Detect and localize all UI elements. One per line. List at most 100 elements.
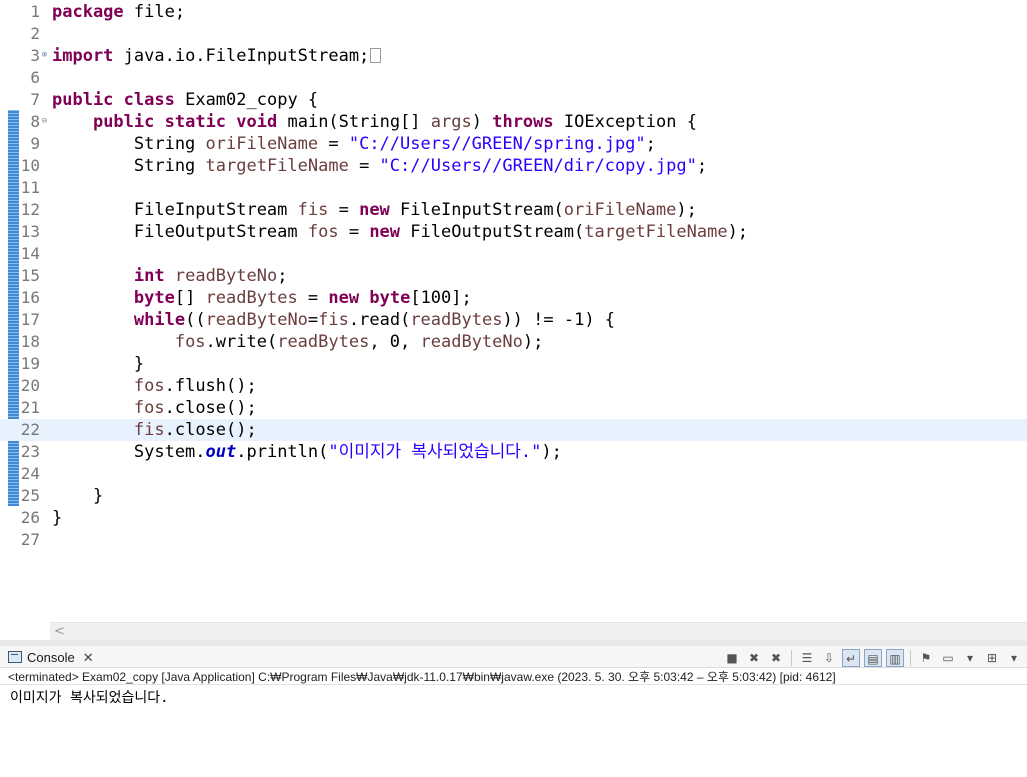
code-text[interactable]: } xyxy=(52,507,62,529)
collapse-fold-icon[interactable]: ⊖ xyxy=(40,117,49,126)
code-line[interactable]: 10 String targetFileName = "C://Users//G… xyxy=(0,155,1027,177)
expand-fold-icon[interactable]: ⊕ xyxy=(40,51,49,60)
code-text[interactable]: fos.write(readBytes, 0, readByteNo); xyxy=(52,331,544,353)
line-number: 26 xyxy=(20,508,40,527)
divider xyxy=(0,684,1027,685)
console-output[interactable]: 이미지가 복사되었습니다. xyxy=(10,688,169,708)
code-line[interactable]: 27 xyxy=(0,529,1027,551)
code-text[interactable]: FileOutputStream fos = new FileOutputStr… xyxy=(52,221,748,243)
code-line[interactable]: 6 xyxy=(0,67,1027,89)
display-console-dropdown-icon[interactable]: ▾ xyxy=(961,649,979,667)
line-number: 13 xyxy=(20,222,40,241)
line-number: 10 xyxy=(20,156,40,175)
code-line[interactable]: 19 } xyxy=(0,353,1027,375)
line-number: 23 xyxy=(20,442,40,461)
code-line[interactable]: 21 fos.close(); xyxy=(0,397,1027,419)
terminate-icon[interactable]: ■ xyxy=(723,649,741,667)
line-number: 15 xyxy=(20,266,40,285)
code-line[interactable]: 13 FileOutputStream fos = new FileOutput… xyxy=(0,221,1027,243)
code-text[interactable]: FileInputStream fis = new FileInputStrea… xyxy=(52,199,697,221)
code-text[interactable]: System.out.println("이미지가 복사되었습니다."); xyxy=(52,441,562,463)
clear-console-icon[interactable]: ☰ xyxy=(798,649,816,667)
code-text[interactable]: byte[] readBytes = new byte[100]; xyxy=(52,287,472,309)
code-line[interactable]: 26} xyxy=(0,507,1027,529)
word-wrap-icon[interactable]: ↵ xyxy=(842,649,860,667)
line-number: 9 xyxy=(30,134,40,153)
code-line[interactable]: 2 xyxy=(0,23,1027,45)
console-view: Console ✕ ■ ✖ ✖ ☰ ⇩ ↵ ▤ ▥ ⚑ ▭ ▾ ⊞ ▾ <terminated> Exam… xyxy=(0,640,1027,777)
code-line[interactable]: 16 byte[] readBytes = new byte[100]; xyxy=(0,287,1027,309)
console-launch-status: <terminated> Exam02_copy [Java Applicati… xyxy=(8,670,836,684)
code-line[interactable]: 24 xyxy=(0,463,1027,485)
code-text[interactable]: fos.close(); xyxy=(52,397,257,419)
code-text[interactable]: } xyxy=(52,485,103,507)
line-number: 2 xyxy=(30,24,40,43)
line-number: 3 xyxy=(30,46,40,65)
code-text[interactable]: String oriFileName = "C://Users//GREEN/s… xyxy=(52,133,656,155)
line-number: 18 xyxy=(20,332,40,351)
console-tab-label: Console xyxy=(27,650,75,665)
line-number: 27 xyxy=(20,530,40,549)
open-console-dropdown-icon[interactable]: ▾ xyxy=(1005,649,1023,667)
tab-console[interactable]: Console ✕ xyxy=(8,648,94,668)
close-icon[interactable]: ✕ xyxy=(83,650,94,665)
code-line[interactable]: 15 int readByteNo; xyxy=(0,265,1027,287)
code-line[interactable]: 18 fos.write(readBytes, 0, readByteNo); xyxy=(0,331,1027,353)
line-number: 21 xyxy=(20,398,40,417)
code-text[interactable]: fis.close(); xyxy=(52,419,257,441)
show-on-stderr-icon[interactable]: ▥ xyxy=(886,649,904,667)
display-console-icon[interactable]: ▭ xyxy=(939,649,957,667)
line-number: 17 xyxy=(20,310,40,329)
line-number: 11 xyxy=(20,178,40,197)
code-text[interactable]: package file; xyxy=(52,1,185,23)
code-line[interactable]: 8 ⊖ public static void main(String[] args… xyxy=(0,111,1027,133)
code-line[interactable]: 23 System.out.println("이미지가 복사되었습니다."); xyxy=(0,441,1027,463)
code-text[interactable]: import java.io.FileInputStream; xyxy=(52,45,382,67)
code-line[interactable]: 25 } xyxy=(0,485,1027,507)
toolbar-separator xyxy=(791,650,792,666)
line-number: 8 xyxy=(30,112,40,131)
line-number: 20 xyxy=(20,376,40,395)
remove-all-terminated-icon[interactable]: ✖ xyxy=(767,649,785,667)
toolbar-separator xyxy=(910,650,911,666)
line-number: 14 xyxy=(20,244,40,263)
pin-console-icon[interactable]: ⚑ xyxy=(917,649,935,667)
folded-imports-icon[interactable] xyxy=(370,48,382,63)
scroll-lock-icon[interactable]: ⇩ xyxy=(820,649,838,667)
line-number: 24 xyxy=(20,464,40,483)
console-icon xyxy=(8,651,22,663)
line-number: 12 xyxy=(20,200,40,219)
line-number: 22 xyxy=(20,420,40,439)
code-line[interactable]: 7 public class Exam02_copy { xyxy=(0,89,1027,111)
code-line[interactable]: 3 ⊕ import java.io.FileInputStream; xyxy=(0,45,1027,67)
code-text[interactable]: int readByteNo; xyxy=(52,265,288,287)
line-number: 7 xyxy=(30,90,40,109)
code-line[interactable]: 17 while((readByteNo=fis.read(readBytes)… xyxy=(0,309,1027,331)
code-text[interactable]: fos.flush(); xyxy=(52,375,257,397)
code-line[interactable]: 1 package file; xyxy=(0,1,1027,23)
console-toolbar-icons: ■ ✖ ✖ ☰ ⇩ ↵ ▤ ▥ ⚑ ▭ ▾ ⊞ ▾ xyxy=(723,648,1023,668)
code-text[interactable]: String targetFileName = "C://Users//GREE… xyxy=(52,155,707,177)
line-number: 16 xyxy=(20,288,40,307)
show-on-stdout-icon[interactable]: ▤ xyxy=(864,649,882,667)
remove-launch-icon[interactable]: ✖ xyxy=(745,649,763,667)
code-line[interactable]: 11 xyxy=(0,177,1027,199)
code-text[interactable]: public static void main(String[] args) t… xyxy=(52,111,697,133)
code-text[interactable]: while((readByteNo=fis.read(readBytes)) !… xyxy=(52,309,615,331)
code-line[interactable]: 14 xyxy=(0,243,1027,265)
code-line[interactable]: 9 String oriFileName = "C://Users//GREEN… xyxy=(0,133,1027,155)
line-number: 1 xyxy=(30,2,40,21)
scroll-left-icon[interactable]: < xyxy=(54,624,65,639)
code-editor[interactable]: 1 package file; 2 3 ⊕ import java.io.FileInpu… xyxy=(0,0,1027,640)
console-toolbar: Console ✕ ■ ✖ ✖ ☰ ⇩ ↵ ▤ ▥ ⚑ ▭ ▾ ⊞ ▾ xyxy=(0,640,1027,668)
code-line[interactable]: 12 FileInputStream fis = new FileInputSt… xyxy=(0,199,1027,221)
code-text[interactable]: } xyxy=(52,353,144,375)
open-console-icon[interactable]: ⊞ xyxy=(983,649,1001,667)
code-line[interactable]: 20 fos.flush(); xyxy=(0,375,1027,397)
line-number: 25 xyxy=(20,486,40,505)
code-text[interactable]: public class Exam02_copy { xyxy=(52,89,318,111)
line-number: 19 xyxy=(20,354,40,373)
horizontal-scrollbar[interactable]: < xyxy=(50,622,1027,640)
line-number: 6 xyxy=(30,68,40,87)
current-line[interactable]: 22 fis.close(); xyxy=(0,419,1027,441)
